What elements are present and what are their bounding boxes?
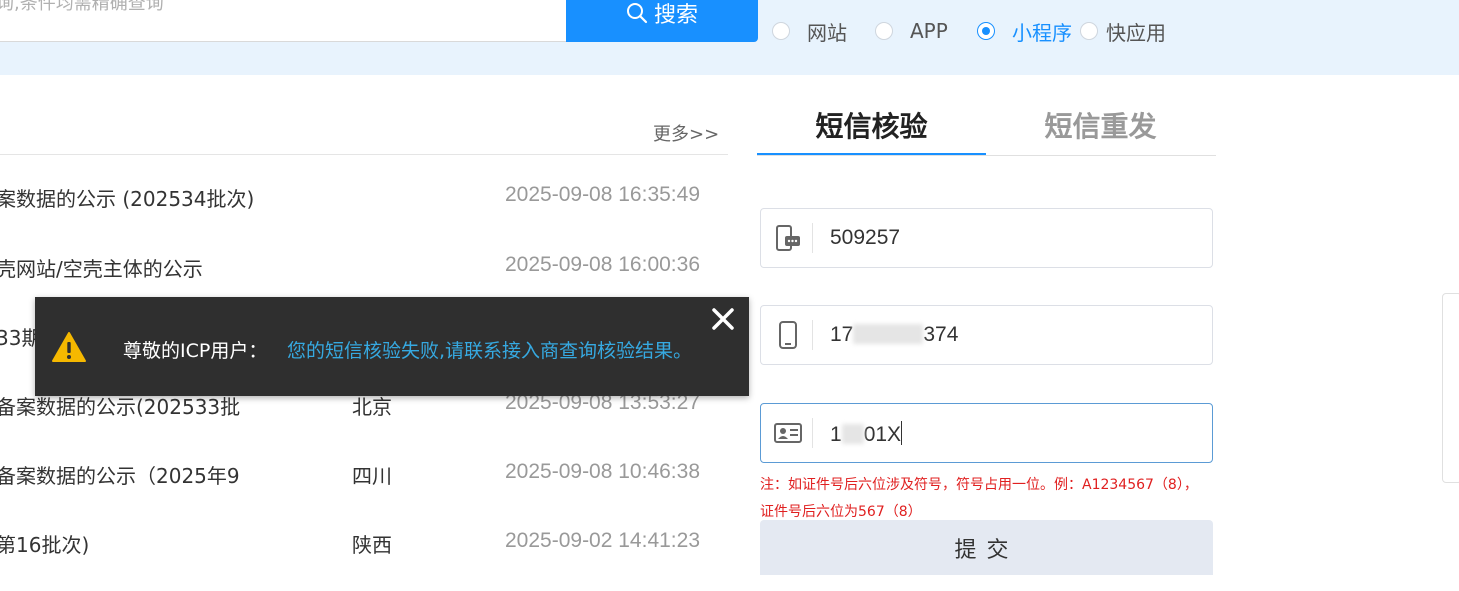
field-separator — [812, 223, 813, 253]
notice-title: 第16批次) — [0, 533, 90, 557]
notice-time: 2025-09-08 16:00:36 — [505, 253, 700, 276]
notice-time: 2025-09-02 14:41:23 — [505, 529, 700, 552]
radio-dot — [1080, 22, 1098, 40]
list-divider — [0, 154, 728, 155]
notice-region: 四川 — [352, 464, 392, 488]
radio-website[interactable]: 网站 — [772, 18, 847, 45]
mobile-phone-icon — [779, 321, 797, 349]
phone-suffix: 374 — [923, 323, 959, 346]
radio-label: APP — [910, 19, 948, 43]
phone-field[interactable]: 17 374 — [760, 305, 1213, 365]
tab-sms-verify[interactable]: 短信核验 — [757, 104, 986, 156]
id-suffix: 01X — [863, 423, 902, 446]
radio-label: 网站 — [807, 20, 847, 45]
list-item[interactable]: 备案数据的公示（2025年9 四川 2025-09-08 10:46:38 — [0, 460, 728, 492]
list-item[interactable]: 壳网站/空壳主体的公示 2025-09-08 16:00:36 — [0, 253, 728, 285]
notice-title: 案数据的公示 (202534批次) — [0, 187, 255, 211]
sms-code-value: 509257 — [830, 226, 901, 249]
radio-dot — [875, 22, 893, 40]
radio-dot — [772, 22, 790, 40]
warning-icon — [52, 332, 86, 362]
field-separator — [812, 418, 813, 448]
masked-digits — [841, 424, 864, 444]
search-placeholder: 询,条件均需精确查询 — [0, 0, 164, 14]
radio-label: 快应用 — [1106, 20, 1166, 45]
close-icon[interactable] — [709, 305, 737, 333]
toast-prefix: 尊敬的ICP用户： — [123, 340, 268, 362]
id-prefix: 1 — [830, 423, 842, 446]
verify-tabs: 短信核验 短信重发 — [757, 104, 1216, 156]
side-panel-edge — [1442, 293, 1459, 483]
tabs-divider — [757, 155, 1216, 156]
list-item[interactable]: 案数据的公示 (202534批次) 2025-09-08 16:35:49 — [0, 183, 728, 215]
radio-dot — [977, 22, 995, 40]
notice-title: 备案数据的公示（2025年9 — [0, 464, 240, 488]
radio-quick-app[interactable]: 快应用 — [1080, 18, 1166, 45]
sms-code-field[interactable]: 509257 — [760, 208, 1213, 268]
radio-label: 小程序 — [1012, 20, 1072, 45]
radio-app[interactable]: APP — [875, 18, 948, 44]
list-item[interactable]: 第16批次) 陕西 2025-09-02 14:41:23 — [0, 529, 728, 561]
search-icon — [626, 3, 648, 24]
error-toast: 尊敬的ICP用户： 您的短信核验失败,请联系接入商查询核验结果。 — [35, 297, 749, 396]
field-separator — [812, 320, 813, 350]
id-format-note: 注：如证件号后六位涉及符号，符号占用一位。例：A1234567（8），证件号后六… — [760, 477, 1198, 520]
notice-title: 壳网站/空壳主体的公示 — [0, 257, 203, 281]
submit-button[interactable]: 提交 — [760, 520, 1213, 575]
id-number-value: 1 01X — [830, 421, 903, 447]
more-link[interactable]: 更多>> — [653, 120, 719, 146]
notice-time: 2025-09-08 16:35:49 — [505, 183, 700, 206]
search-button[interactable]: 搜索 — [566, 0, 758, 42]
phone-value: 17 374 — [830, 323, 958, 347]
radio-mini-program[interactable]: 小程序 — [977, 18, 1072, 45]
masked-digits — [853, 324, 924, 344]
notice-time: 2025-09-08 10:46:38 — [505, 460, 700, 483]
id-number-field[interactable]: 1 01X — [760, 403, 1213, 463]
search-input[interactable]: 询,条件均需精确查询 — [0, 0, 566, 42]
id-card-icon — [774, 423, 802, 443]
toast-message: 您的短信核验失败,请联系接入商查询核验结果。 — [287, 340, 693, 362]
search-button-label: 搜索 — [653, 3, 698, 28]
tab-sms-resend[interactable]: 短信重发 — [986, 104, 1215, 156]
phone-prefix: 17 — [830, 323, 854, 346]
text-caret — [901, 421, 903, 445]
notice-region: 陕西 — [352, 533, 392, 557]
sms-phone-icon — [776, 225, 800, 251]
